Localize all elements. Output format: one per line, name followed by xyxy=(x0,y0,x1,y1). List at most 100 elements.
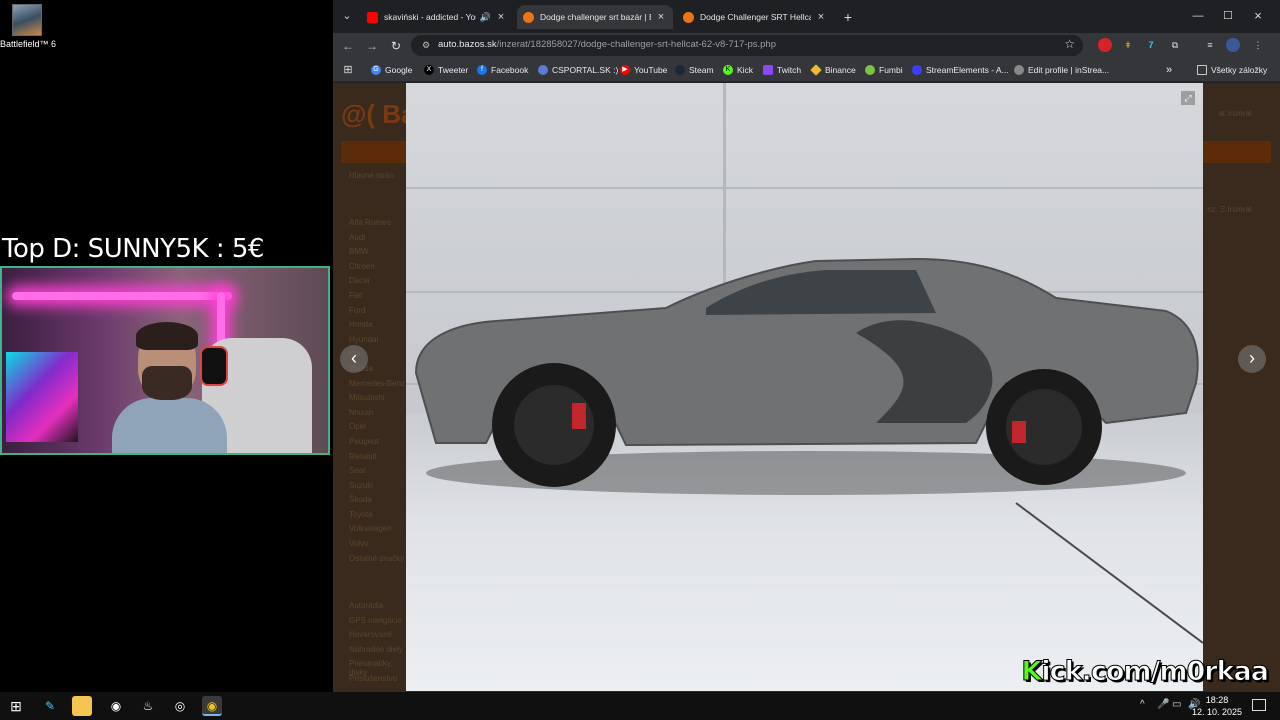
bookmark-binance[interactable]: Binance xyxy=(810,63,856,77)
bookmark-streamelements[interactable]: StreamElements - A... xyxy=(912,63,1009,77)
tab-youtube[interactable]: skaviński - addicted - YouTu 🔊 × xyxy=(361,5,513,29)
category-link[interactable]: Opel xyxy=(349,422,409,437)
category-link[interactable]: Škoda xyxy=(349,495,409,510)
facebook-icon: f xyxy=(477,65,487,75)
ublock-icon[interactable] xyxy=(1098,38,1112,52)
back-arrow-icon[interactable]: ← xyxy=(339,37,357,55)
new-tab-plus-icon[interactable]: + xyxy=(839,8,857,26)
more-bookmarks-icon[interactable]: » xyxy=(1166,63,1172,77)
gallery-prev-chevron-icon[interactable]: ‹ xyxy=(340,345,368,373)
bookmark-csportal[interactable]: CSPORTAL.SK :) xyxy=(538,63,618,77)
category-link[interactable]: Nissan xyxy=(349,408,409,423)
speaker-icon[interactable]: 🔊 xyxy=(480,12,491,23)
url-path: /inzerat/182858027/dodge-challenger-srt-… xyxy=(496,39,776,50)
desktop-shortcut-battlefield[interactable]: Battlefield™ 6 xyxy=(0,4,56,49)
category-link[interactable]: Toyota xyxy=(349,510,409,525)
tab-media-icon[interactable]: ≡ xyxy=(1203,38,1217,52)
steam-icon[interactable]: ♨ xyxy=(138,696,158,716)
category-link[interactable]: Suzuki xyxy=(349,481,409,496)
apps-grid-icon[interactable]: ⊞ xyxy=(341,63,355,77)
category-link[interactable]: Dacia xyxy=(349,276,409,291)
x-icon: X xyxy=(424,65,434,75)
bazos-icon xyxy=(683,11,694,23)
maximize-icon[interactable]: ☐ xyxy=(1213,6,1243,26)
file-explorer-icon[interactable] xyxy=(72,696,92,716)
category-link[interactable]: Ford xyxy=(349,306,409,321)
all-bookmarks[interactable]: Všetky záložky xyxy=(1197,63,1267,77)
tab-search-chevron-icon[interactable]: ⌄ xyxy=(339,8,355,24)
microphone-icon[interactable]: 🎤 xyxy=(1157,699,1169,710)
bookmark-label: StreamElements - A... xyxy=(926,65,1009,75)
page-right-link[interactable]: ať inzerát xyxy=(1218,109,1252,118)
category-link[interactable]: Ostatné značky xyxy=(349,554,409,569)
close-icon[interactable]: × xyxy=(815,11,827,23)
category-link[interactable]: Autorádia xyxy=(349,601,409,616)
close-icon[interactable]: × xyxy=(655,11,667,23)
tab-dodge-search[interactable]: Dodge challenger srt bazár | Baz × xyxy=(517,5,673,29)
category-link[interactable]: Volkswagen xyxy=(349,524,409,539)
bookmarks-bar: ⊞ G Google X Tweeter f Facebook CSPORTAL.SK… xyxy=(333,58,1280,82)
fullscreen-expand-icon[interactable]: ⤢ xyxy=(1181,91,1195,105)
menu-kebab-icon[interactable]: ⋮ xyxy=(1251,38,1265,52)
category-link[interactable]: Volvo xyxy=(349,539,409,554)
category-link[interactable]: Havarované xyxy=(349,630,409,645)
category-link[interactable]: Pneumatiky, disky xyxy=(349,659,409,677)
clock[interactable]: 18:28 12. 10. 2025 xyxy=(1192,694,1242,718)
forward-arrow-icon[interactable]: → xyxy=(363,37,381,55)
car-photo: ⤢ xyxy=(406,83,1203,691)
notifications-icon[interactable] xyxy=(1252,699,1266,711)
close-icon[interactable]: × xyxy=(495,11,507,23)
category-link[interactable]: Alfa Romeo xyxy=(349,218,409,233)
reload-icon[interactable]: ↻ xyxy=(387,37,405,55)
url-text[interactable]: auto.bazos.sk/inzerat/182858027/dodge-ch… xyxy=(438,39,776,50)
bookmark-star-icon[interactable]: ☆ xyxy=(1064,37,1075,51)
tab-strip: ⌄ skaviński - addicted - YouTu 🔊 × Dodge… xyxy=(333,0,1280,33)
bookmark-youtube[interactable]: ▶ YouTube xyxy=(620,63,667,77)
chrome-window: ⌄ skaviński - addicted - YouTu 🔊 × Dodge… xyxy=(333,0,1280,692)
toolbar: ← → ↻ ⚙ auto.bazos.sk/inzerat/182858027/… xyxy=(333,33,1280,58)
category-link[interactable]: Náhradné diely xyxy=(349,645,409,660)
windows-start-icon[interactable]: ⊞ xyxy=(6,696,26,716)
streamelements-icon xyxy=(912,65,922,75)
tab-dodge-listing[interactable]: Dodge Challenger SRT Hellcat 6 × xyxy=(677,5,833,29)
obs-icon[interactable]: ◎ xyxy=(170,696,190,716)
category-link[interactable]: Honda xyxy=(349,320,409,335)
tab-title: Dodge Challenger SRT Hellcat 6 xyxy=(700,12,811,22)
site-info-icon[interactable]: ⚙ xyxy=(419,38,433,52)
address-bar[interactable]: ⚙ auto.bazos.sk/inzerat/182858027/dodge-… xyxy=(411,35,1083,56)
app-icon[interactable]: ✎ xyxy=(40,696,60,716)
page-right-link[interactable]: nz. Ξ Inzerát xyxy=(1207,205,1252,214)
bookmark-steam[interactable]: Steam xyxy=(675,63,714,77)
bookmark-tweeter[interactable]: X Tweeter xyxy=(424,63,468,77)
kick-k-logo: K xyxy=(1021,656,1043,688)
extensions-puzzle-icon[interactable]: ⧉ xyxy=(1168,38,1182,52)
category-link[interactable]: Mercedes-Benz xyxy=(349,379,409,394)
bookmark-instream[interactable]: Edit profile | inStrea... xyxy=(1014,63,1109,77)
profile-avatar-icon[interactable] xyxy=(1226,38,1240,52)
extension-honey-icon[interactable]: ǂ xyxy=(1121,38,1135,52)
chrome-profile-icon[interactable]: ◉ xyxy=(106,696,126,716)
extension-7tv-icon[interactable]: 7 xyxy=(1144,38,1158,52)
category-link[interactable]: Citroen xyxy=(349,262,409,277)
bookmark-twitch[interactable]: Twitch xyxy=(763,63,801,77)
category-link[interactable]: Fiat xyxy=(349,291,409,306)
category-link[interactable]: GPS navigácie xyxy=(349,616,409,631)
category-link[interactable]: Príslušenstvo xyxy=(349,674,409,689)
tray-overflow-chevron-icon[interactable]: ^ xyxy=(1140,699,1145,710)
category-link[interactable]: Mitsubishi xyxy=(349,393,409,408)
chrome-icon[interactable]: ◉ xyxy=(202,696,222,716)
bookmark-label: Binance xyxy=(825,65,856,75)
category-link[interactable]: Peugeot xyxy=(349,437,409,452)
category-link[interactable]: Renault xyxy=(349,452,409,467)
bookmark-kick[interactable]: K Kick xyxy=(723,63,753,77)
minimize-icon[interactable]: — xyxy=(1183,6,1213,26)
gallery-next-chevron-icon[interactable]: › xyxy=(1238,345,1266,373)
category-link[interactable]: Seat xyxy=(349,466,409,481)
network-icon[interactable]: ▭ xyxy=(1172,699,1181,710)
bookmark-facebook[interactable]: f Facebook xyxy=(477,63,528,77)
bookmark-fumbi[interactable]: Fumbi xyxy=(865,63,903,77)
close-window-icon[interactable]: × xyxy=(1243,6,1273,26)
category-link[interactable]: BMW xyxy=(349,247,409,262)
bookmark-google[interactable]: G Google xyxy=(371,63,412,77)
category-link[interactable]: Audi xyxy=(349,233,409,248)
